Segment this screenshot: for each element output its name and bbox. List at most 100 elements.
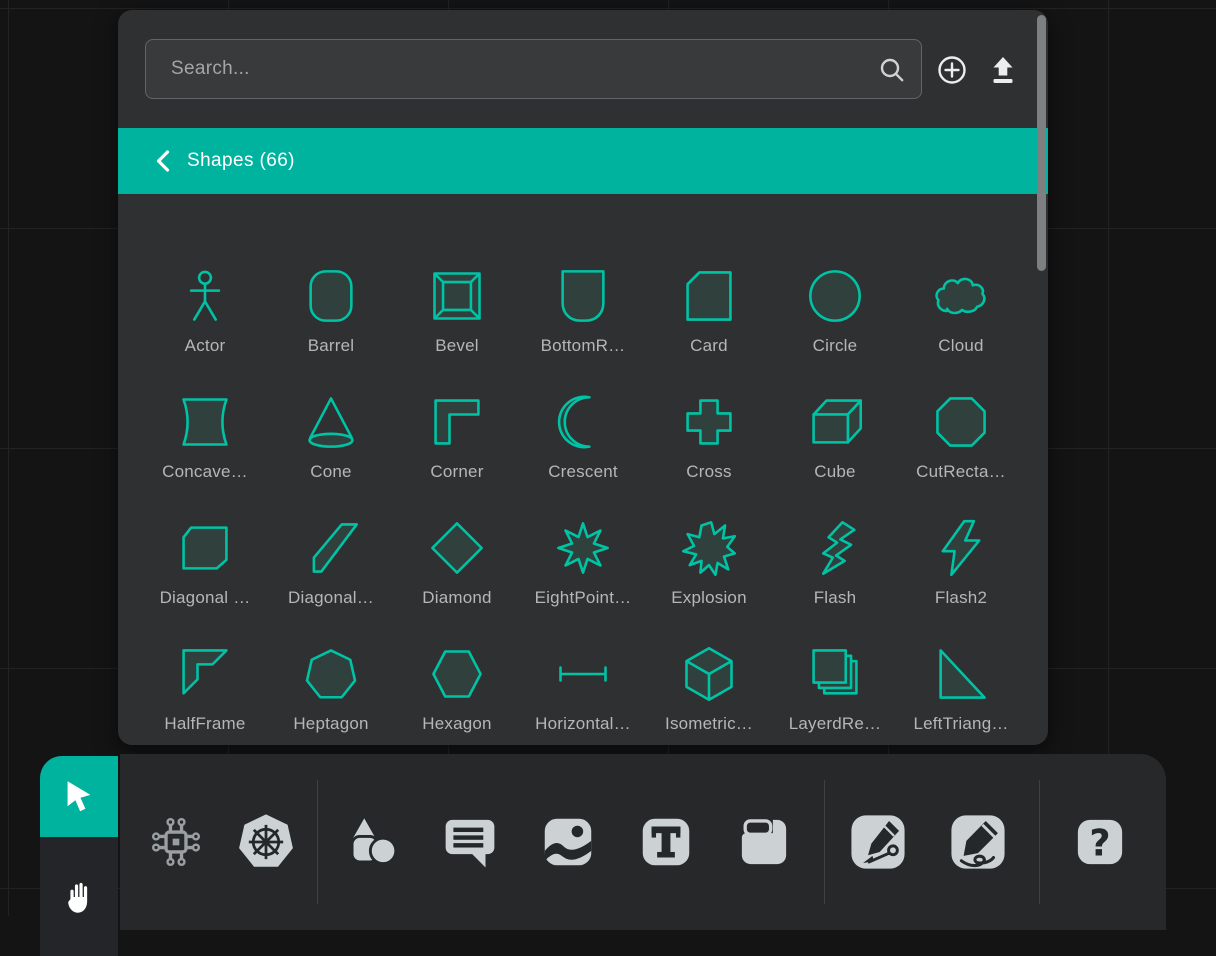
shape-item-heptagon[interactable]: Heptagon [268,628,394,732]
toolbar-group [825,811,1039,873]
select-mode-button[interactable] [40,756,118,837]
text-tool-button[interactable] [635,811,697,873]
shape-item-layered-rect[interactable]: LayerdRe… [772,628,898,732]
shape-item-flash[interactable]: Flash [772,502,898,606]
heptagon-shape-icon [301,644,361,704]
bottom-round-rect-shape-icon [553,266,613,326]
shape-item-card[interactable]: Card [646,250,772,354]
shape-label: Horizontal… [535,715,631,732]
shape-item-crescent[interactable]: Crescent [520,376,646,480]
svg-text:?: ? [1089,821,1110,864]
shape-label: Cube [814,463,855,480]
shape-item-bottom-round-rect[interactable]: BottomR… [520,250,646,354]
bottom-toolbar: ? [120,754,1166,930]
search-icon[interactable] [877,55,907,85]
shape-label: Crescent [548,463,618,480]
shape-label: Hexagon [422,715,491,732]
shape-label: Flash [814,589,857,606]
shape-label: Explosion [671,589,747,606]
explosion-shape-icon [679,518,739,578]
shape-item-diagonal-rect[interactable]: Diagonal … [142,502,268,606]
shape-item-cloud[interactable]: Cloud [898,250,1024,354]
shape-item-eight-point-star[interactable]: EightPoint… [520,502,646,606]
cone-shape-icon [301,392,361,452]
shape-label: Cloud [938,337,983,354]
diamond-shape-icon [427,518,487,578]
kubernetes-tool-button[interactable] [235,811,297,873]
pan-mode-button[interactable] [40,837,118,956]
category-header[interactable]: Shapes (66) [118,128,1048,194]
pen-tool-button[interactable] [847,811,909,873]
comment-tool-button[interactable] [439,811,501,873]
eight-point-star-shape-icon [553,518,613,578]
panel-search-row [118,10,1048,128]
shape-label: Flash2 [935,589,987,606]
help-icon: ? [1069,811,1131,873]
bevel-shape-icon [427,266,487,326]
shapes-tool-button[interactable] [341,811,403,873]
shape-grid: Actor Barrel Bevel BottomR… Card Circle Cloud C… [142,250,1024,732]
help-tool-button[interactable]: ? [1069,811,1131,873]
shape-label: Concave… [162,463,248,480]
media-tool-button[interactable] [537,811,599,873]
shape-item-cone[interactable]: Cone [268,376,394,480]
shape-item-cut-rectangle[interactable]: CutRecta… [898,376,1024,480]
shapes-panel: Shapes (66) Actor Barrel Bevel BottomR… Card… [118,10,1048,745]
shape-item-diagonal-stripe[interactable]: Diagonal… [268,502,394,606]
shape-item-flash2[interactable]: Flash2 [898,502,1024,606]
search-input[interactable] [146,40,921,98]
shape-label: Card [690,337,728,354]
cut-rectangle-shape-icon [931,392,991,452]
shape-label: Diagonal… [288,589,374,606]
flash-shape-icon [805,518,865,578]
shape-item-isometric-cube[interactable]: Isometric… [646,628,772,732]
sketch-tool-button[interactable] [947,811,1009,873]
shape-item-half-frame[interactable]: HalfFrame [142,628,268,732]
shape-item-diamond[interactable]: Diamond [394,502,520,606]
shape-label: CutRecta… [916,463,1006,480]
left-triangle-shape-icon [931,644,991,704]
note-tool-button[interactable] [733,811,795,873]
plus-circle-icon[interactable] [935,53,969,87]
toolbar-group [318,811,824,873]
shape-item-actor[interactable]: Actor [142,250,268,354]
shape-label: Heptagon [293,715,368,732]
actor-shape-icon [175,266,235,326]
diagonal-rect-shape-icon [175,518,235,578]
shape-label: Bevel [435,337,479,354]
shape-label: LeftTriang… [913,715,1008,732]
shape-item-left-triangle[interactable]: LeftTriang… [898,628,1024,732]
shape-label: Cross [686,463,731,480]
shape-item-concave-rect[interactable]: Concave… [142,376,268,480]
shape-item-hexagon[interactable]: Hexagon [394,628,520,732]
shape-item-explosion[interactable]: Explosion [646,502,772,606]
shape-item-bevel[interactable]: Bevel [394,250,520,354]
shape-item-circle[interactable]: Circle [772,250,898,354]
shape-item-horizontal-line[interactable]: Horizontal… [520,628,646,732]
panel-scrollbar[interactable] [1037,15,1046,271]
search-box [145,39,922,99]
shape-label: Diagonal … [160,589,251,606]
half-frame-shape-icon [175,644,235,704]
isometric-cube-shape-icon [679,644,739,704]
shape-label: Actor [185,337,226,354]
horizontal-line-shape-icon [553,644,613,704]
cross-shape-icon [679,392,739,452]
shape-label: Diamond [422,589,491,606]
shape-item-cube[interactable]: Cube [772,376,898,480]
chevron-left-icon[interactable] [154,149,172,173]
shape-label: Isometric… [665,715,753,732]
flash2-shape-icon [931,518,991,578]
barrel-shape-icon [301,266,361,326]
shape-item-corner[interactable]: Corner [394,376,520,480]
shape-item-cross[interactable]: Cross [646,376,772,480]
upload-icon[interactable] [986,53,1020,87]
concave-rect-shape-icon [175,392,235,452]
mode-stack [40,756,118,956]
crescent-shape-icon [553,392,613,452]
shape-item-barrel[interactable]: Barrel [268,250,394,354]
layered-rect-shape-icon [805,644,865,704]
components-tool-button[interactable] [145,811,207,873]
hexagon-shape-icon [427,644,487,704]
shape-label: Corner [430,463,483,480]
